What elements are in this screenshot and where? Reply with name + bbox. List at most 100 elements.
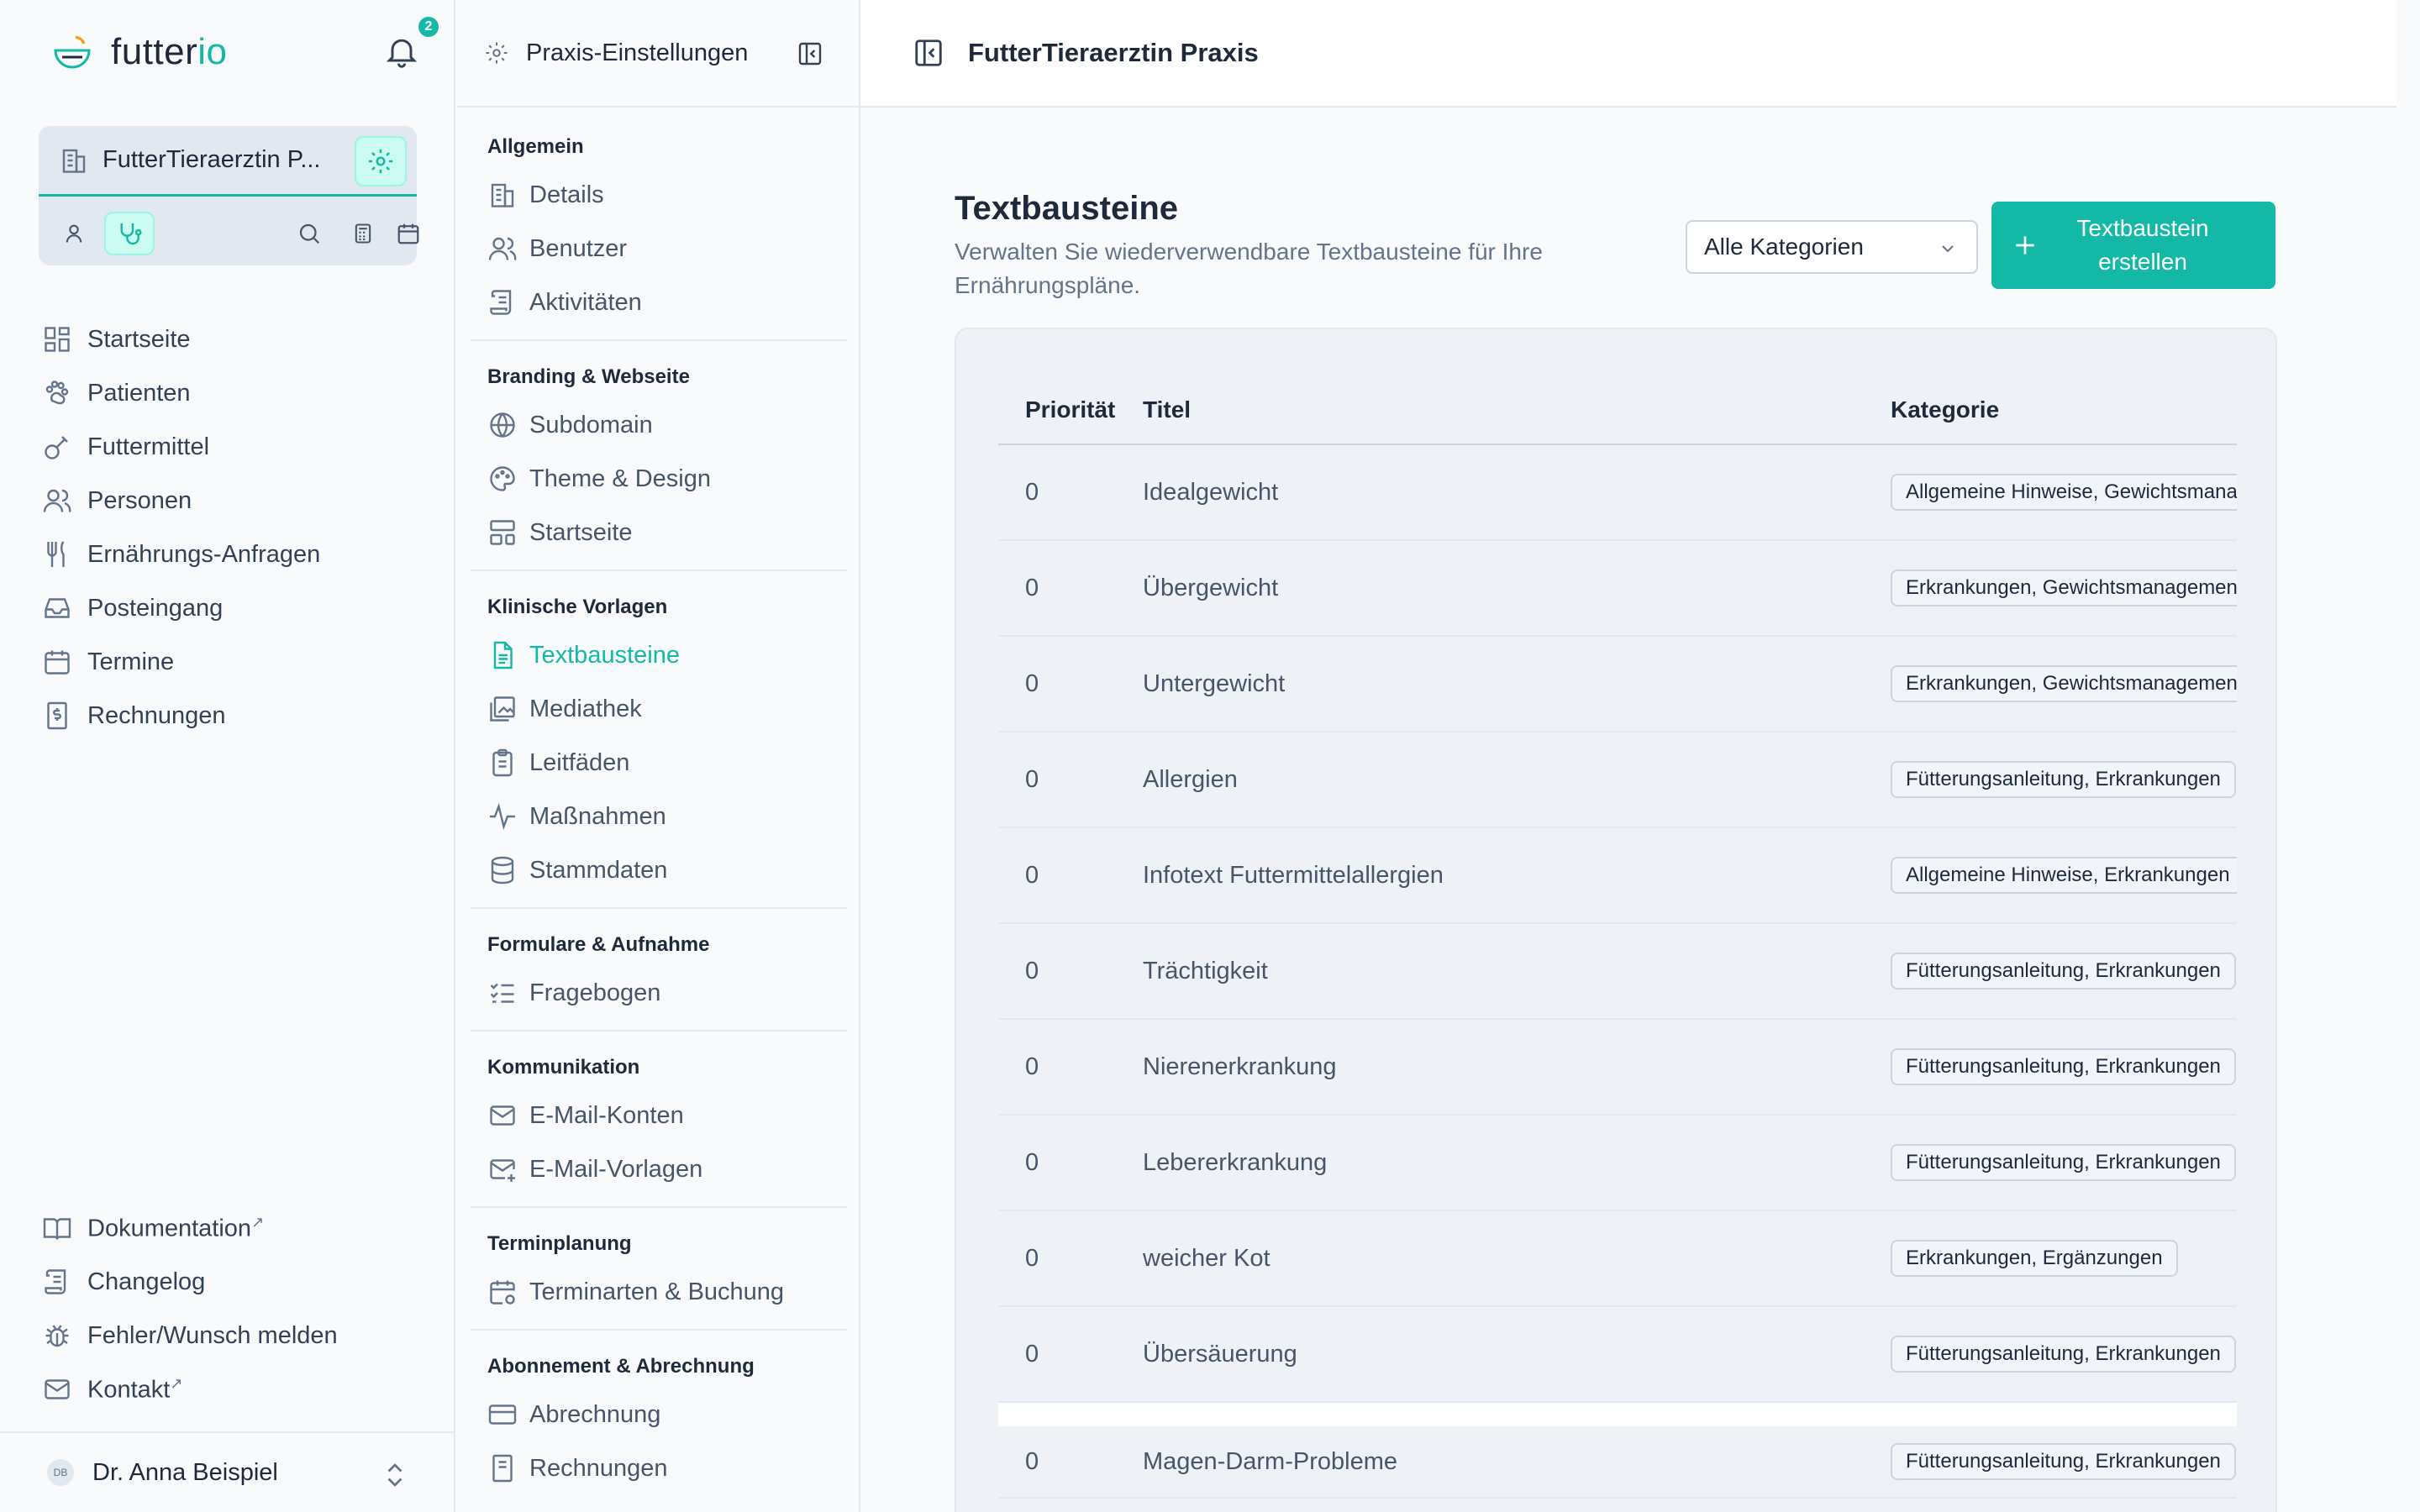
settings-sidebar: Praxis-Einstellungen Allgemein Details B… <box>457 0 860 1512</box>
settings-item-email-konten[interactable]: E-Mail-Konten <box>471 1089 847 1142</box>
table-row[interactable]: 0 Idealgewicht Allgemeine Hinweise, Gewich… <box>998 445 2237 541</box>
create-button-label: Textbaustein erstellen <box>2076 215 2209 275</box>
nav-label: Startseite <box>87 325 191 353</box>
nav-posteingang[interactable]: Posteingang <box>42 581 320 635</box>
user-icon <box>66 224 82 243</box>
utensils-icon <box>47 541 65 567</box>
main-header: FutterTieraerztin Praxis <box>860 0 2396 108</box>
nav-fehler-melden[interactable]: Fehler/Wunsch melden <box>42 1309 338 1362</box>
nav-termine[interactable]: Termine <box>42 635 320 689</box>
table-row[interactable]: 0 Magen-Darm-Probleme Fütterungsanleitung,… <box>998 1403 2237 1499</box>
table-row[interactable]: 0 weicher Kot Erkrankungen, Ergänzungen <box>998 1211 2237 1307</box>
calculator-button[interactable] <box>338 212 388 255</box>
calendar-button[interactable] <box>392 212 425 255</box>
nav-dokumentation[interactable]: Dokumentation↗ <box>42 1201 338 1255</box>
user-name: Dr. Anna Beispiel <box>92 1458 278 1486</box>
page-title: Textbausteine <box>955 190 1178 227</box>
globe-icon <box>490 412 515 438</box>
nav-startseite[interactable]: Startseite <box>42 312 320 366</box>
settings-item-abrechnung[interactable]: Abrechnung <box>471 1388 847 1441</box>
palette-icon <box>490 466 515 491</box>
nav-rechnungen[interactable]: Rechnungen <box>42 689 320 743</box>
clinic-mode-button[interactable] <box>104 212 155 255</box>
settings-item-leitfaeden[interactable]: Leitfäden <box>471 736 847 790</box>
table-row[interactable]: 0 Übersäuerung Fütterungsanleitung, Erkran… <box>998 1307 2237 1403</box>
users-icon <box>488 237 517 260</box>
settings-item-subdomain[interactable]: Subdomain <box>471 398 847 452</box>
paw-icon <box>45 381 69 405</box>
table-row[interactable]: 0 Lebererkrankung Fütterungsanleitung, Erk… <box>998 1116 2237 1211</box>
nav-label: Kontakt↗ <box>87 1374 183 1404</box>
nav-kontakt[interactable]: Kontakt↗ <box>42 1362 338 1416</box>
clinic-name: FutterTieraerztin P... <box>103 146 321 173</box>
settings-item-stammdaten[interactable]: Stammdaten <box>471 843 847 897</box>
settings-item-aktivitaeten[interactable]: Aktivitäten <box>471 276 847 329</box>
nav-label: Fehler/Wunsch melden <box>87 1321 338 1349</box>
user-menu[interactable]: DB Dr. Anna Beispiel <box>0 1431 455 1512</box>
nav-patienten[interactable]: Patienten <box>42 366 320 420</box>
calendar-settings-icon <box>490 1280 515 1305</box>
search-button[interactable] <box>284 212 334 255</box>
category-badge: Fütterungsanleitung, Erkrankungen <box>1891 1144 2236 1181</box>
settings-item-terminarten[interactable]: Terminarten & Buchung <box>471 1265 847 1319</box>
table-row[interactable]: 0 Infotext Futtermittelallergien Allgemein… <box>998 828 2237 924</box>
logo[interactable]: futterio <box>50 30 228 74</box>
scroll-icon <box>45 1269 66 1294</box>
mail-plus-icon <box>490 1159 515 1182</box>
clinic-settings-button[interactable] <box>355 136 407 186</box>
nav-ernaehrungs-anfragen[interactable]: Ernährungs-Anfragen <box>42 528 320 581</box>
bowl-logo-icon <box>54 35 91 69</box>
bell-icon[interactable] <box>383 32 420 71</box>
divider <box>471 907 847 909</box>
settings-header: Praxis-Einstellungen <box>457 0 860 108</box>
settings-item-benutzer[interactable]: Benutzer <box>471 222 847 276</box>
category-filter-select[interactable]: Alle Kategorien <box>1686 220 1978 274</box>
table-row[interactable]: 0 Nierenerkrankung Fütterungsanleitung, Er… <box>998 1020 2237 1116</box>
nav-changelog[interactable]: Changelog <box>42 1255 338 1309</box>
settings-item-fragebogen[interactable]: Fragebogen <box>471 966 847 1020</box>
logo-text: futterio <box>111 31 228 72</box>
mail-icon <box>490 1105 515 1126</box>
scroll-icon <box>490 290 512 315</box>
section-title-abonnement: Abonnement & Abrechnung <box>487 1355 755 1378</box>
avatar: DB <box>47 1459 74 1486</box>
create-textbaustein-button[interactable]: Textbaustein erstellen <box>1991 202 2275 289</box>
category-filter-value: Alle Kategorien <box>1704 234 1864 260</box>
settings-item-theme[interactable]: Theme & Design <box>471 452 847 506</box>
invoice-icon <box>47 701 67 730</box>
category-badge: Fütterungsanleitung, Erkrankungen <box>1891 953 2236 990</box>
stethoscope-icon <box>120 223 142 245</box>
gear-icon <box>368 149 393 174</box>
nav-futtermittel[interactable]: Futtermittel <box>42 420 320 474</box>
table-header: Priorität Titel Kategorie <box>998 376 2237 445</box>
settings-item-startseite[interactable]: Startseite <box>471 506 847 559</box>
chevron-down-icon <box>1942 245 1954 253</box>
clinic-selector[interactable]: FutterTieraerztin P... <box>39 126 417 197</box>
food-icon <box>45 436 68 459</box>
settings-item-details[interactable]: Details <box>471 168 847 222</box>
notification-badge: 2 <box>418 17 439 37</box>
column-header-category[interactable]: Kategorie <box>1891 396 2237 423</box>
column-header-priority[interactable]: Priorität <box>998 396 1143 423</box>
settings-item-mediathek[interactable]: Mediathek <box>471 682 847 736</box>
settings-item-rechnungen[interactable]: Rechnungen <box>471 1441 847 1495</box>
settings-item-email-vorlagen[interactable]: E-Mail-Vorlagen <box>471 1142 847 1196</box>
table-row[interactable]: 0 Übergewicht Erkrankungen, Gewichtsmanage… <box>998 541 2237 637</box>
divider <box>471 1329 847 1331</box>
settings-item-textbausteine[interactable]: Textbausteine <box>471 628 847 682</box>
column-header-title[interactable]: Titel <box>1143 396 1891 423</box>
main-nav: Startseite Patienten Futtermittel Person… <box>42 312 320 743</box>
profile-button[interactable] <box>49 212 99 255</box>
layout-icon <box>490 520 515 545</box>
collapse-panel-icon[interactable] <box>797 40 823 67</box>
secondary-nav: Dokumentation↗ Changelog Fehler/Wunsch m… <box>42 1201 338 1416</box>
settings-nav: Allgemein Details Benutzer Aktivitäten B… <box>471 126 847 1495</box>
nav-label: Changelog <box>87 1268 206 1295</box>
settings-item-massnahmen[interactable]: Maßnahmen <box>471 790 847 843</box>
database-icon <box>491 856 514 885</box>
sidebar-toggle-icon[interactable] <box>913 37 944 69</box>
table-row[interactable]: 0 Trächtigkeit Fütterungsanleitung, Erkran… <box>998 924 2237 1020</box>
nav-personen[interactable]: Personen <box>42 474 320 528</box>
table-row[interactable]: 0 Allergien Fütterungsanleitung, Erkrankun… <box>998 732 2237 828</box>
table-row[interactable]: 0 Untergewicht Erkrankungen, Gewichtsmanag… <box>998 637 2237 732</box>
